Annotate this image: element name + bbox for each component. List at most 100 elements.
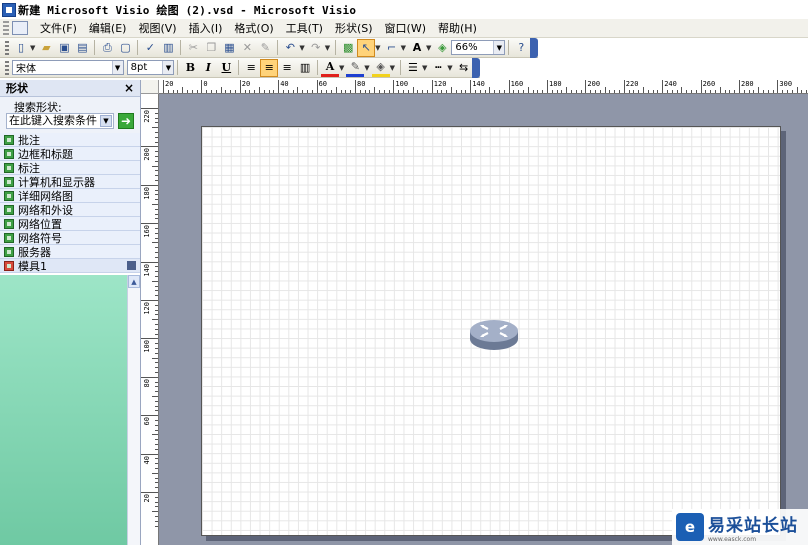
- line-weight-dropdown-icon[interactable]: ▼: [422, 64, 427, 72]
- line-pattern-icon[interactable]: ┅: [429, 59, 447, 77]
- delete-icon[interactable]: ✕: [238, 39, 256, 57]
- line-pattern-dropdown-icon[interactable]: ▼: [447, 64, 452, 72]
- ruler-minor-tick: [155, 333, 158, 335]
- line-ends-icon[interactable]: ⇆: [455, 59, 473, 77]
- visio-app-icon[interactable]: [2, 2, 16, 17]
- toolbar-grip-icon[interactable]: [5, 60, 9, 75]
- menu-help[interactable]: 帮助(H): [432, 20, 483, 37]
- justify-icon[interactable]: ▥: [296, 59, 314, 77]
- toolbar-options-icon[interactable]: [530, 38, 538, 58]
- font-name-combo[interactable]: 宋体 ▼: [11, 60, 124, 75]
- menu-view[interactable]: 视图(V): [132, 20, 182, 37]
- format-painter-icon[interactable]: ✎: [256, 39, 274, 57]
- ruler-minor-tick: [155, 324, 158, 325]
- research-icon[interactable]: ▥: [159, 39, 177, 57]
- menu-edit[interactable]: 编辑(E): [83, 20, 133, 37]
- document-icon[interactable]: [12, 21, 28, 35]
- menu-file[interactable]: 文件(F): [34, 20, 83, 37]
- ruler-minor-tick: [561, 90, 563, 93]
- drawing-page[interactable]: [201, 126, 781, 536]
- menu-format[interactable]: 格式(O): [228, 20, 279, 37]
- font-size-combo[interactable]: 8pt ▼: [126, 60, 175, 75]
- shapes-pane-header: 形状 ×: [0, 80, 140, 97]
- redo-icon[interactable]: ↷: [307, 39, 325, 57]
- fill-color-icon[interactable]: ◈: [371, 59, 390, 77]
- help-icon[interactable]: ?: [512, 39, 530, 57]
- stamp-tool-icon[interactable]: ◈: [433, 39, 451, 57]
- cut-icon[interactable]: ✂: [184, 39, 202, 57]
- pointer-tool-icon[interactable]: ↖: [357, 38, 376, 57]
- ruler-minor-tick: [657, 90, 659, 93]
- drawing-canvas[interactable]: [159, 94, 808, 545]
- menu-grip-icon[interactable]: [3, 21, 9, 35]
- menu-insert[interactable]: 插入(I): [183, 20, 229, 37]
- print-preview-icon[interactable]: ▢: [116, 39, 134, 57]
- close-icon[interactable]: ×: [124, 81, 134, 95]
- copy-icon[interactable]: ❐: [202, 39, 220, 57]
- toolbar-grip-icon[interactable]: [5, 40, 9, 55]
- line-color-dropdown-icon[interactable]: ▼: [364, 64, 369, 72]
- save-icon[interactable]: ▣: [55, 39, 73, 57]
- menu-shapes[interactable]: 形状(S): [329, 20, 379, 37]
- active-stencil-label: 模具1: [18, 259, 47, 273]
- active-stencil-item[interactable]: 模具1: [0, 259, 140, 273]
- font-name-dropdown-icon[interactable]: ▼: [111, 61, 123, 74]
- menu-tools[interactable]: 工具(T): [280, 20, 329, 37]
- pointer-dropdown-icon[interactable]: ▼: [375, 44, 380, 52]
- print-icon[interactable]: ⎙: [98, 39, 116, 57]
- ruler-minor-tick: [475, 90, 476, 93]
- ruler-label: 180: [143, 186, 151, 200]
- ruler-minor-tick: [772, 90, 774, 93]
- ruler-minor-tick: [422, 90, 424, 93]
- zoom-dropdown-icon[interactable]: ▼: [493, 41, 505, 54]
- redo-dropdown-icon[interactable]: ▼: [325, 44, 330, 52]
- ruler-minor-tick: [155, 348, 158, 349]
- font-color-dropdown-icon[interactable]: ▼: [339, 64, 344, 72]
- connector-dropdown-icon[interactable]: ▼: [401, 44, 406, 52]
- new-dropdown-icon[interactable]: ▼: [30, 44, 35, 52]
- search-go-button[interactable]: ➜: [118, 113, 134, 129]
- stencil-scrollbar[interactable]: ▲: [127, 275, 140, 545]
- connector-tool-icon[interactable]: ⌐: [383, 39, 401, 57]
- search-dropdown-icon[interactable]: ▼: [100, 115, 112, 127]
- toolbar-options-icon[interactable]: [472, 58, 480, 78]
- line-weight-icon[interactable]: ☰: [404, 59, 422, 77]
- ruler-minor-tick: [340, 90, 342, 93]
- open-folder-icon[interactable]: ▰: [37, 39, 55, 57]
- spelling-icon[interactable]: ✓: [141, 39, 159, 57]
- scroll-up-icon[interactable]: ▲: [128, 275, 140, 288]
- ruler-minor-tick: [503, 90, 505, 93]
- underline-button[interactable]: U: [217, 59, 235, 77]
- shapes-window-icon[interactable]: ▩: [339, 39, 357, 57]
- search-input[interactable]: 在此键入搜索条件 ▼: [6, 113, 114, 129]
- align-left-icon[interactable]: ≡: [242, 59, 260, 77]
- horizontal-ruler[interactable]: 20 0 20 40 60 80 100 120 140 160 180 200 220 240 260 28…: [159, 80, 808, 94]
- ruler-tick: [141, 261, 158, 263]
- new-document-icon[interactable]: ▯: [12, 39, 30, 57]
- ruler-minor-tick: [155, 151, 158, 153]
- text-dropdown-icon[interactable]: ▼: [426, 44, 431, 52]
- router-shape-icon[interactable]: [468, 317, 520, 353]
- ruler-minor-tick: [283, 90, 284, 93]
- undo-dropdown-icon[interactable]: ▼: [299, 44, 304, 52]
- font-size-dropdown-icon[interactable]: ▼: [162, 61, 174, 74]
- zoom-combo[interactable]: 66% ▼: [451, 40, 506, 55]
- font-color-button[interactable]: A: [321, 59, 339, 77]
- ruler-corner[interactable]: [141, 80, 159, 94]
- bold-button[interactable]: B: [181, 59, 199, 77]
- ruler-label: 280: [741, 80, 754, 88]
- menu-window[interactable]: 窗口(W): [379, 20, 432, 37]
- fill-color-dropdown-icon[interactable]: ▼: [390, 64, 395, 72]
- line-color-icon[interactable]: ✎: [346, 59, 365, 77]
- paste-icon[interactable]: ▦: [220, 39, 238, 57]
- ruler-minor-tick: [374, 87, 376, 93]
- text-tool-icon[interactable]: A: [408, 39, 426, 57]
- vertical-ruler[interactable]: 220 200 180 160 140 120 100 80 60 40 20: [141, 94, 159, 545]
- align-center-icon[interactable]: ≡: [260, 58, 279, 77]
- permission-icon[interactable]: ▤: [73, 39, 91, 57]
- align-right-icon[interactable]: ≡: [278, 59, 296, 77]
- save-stencil-icon[interactable]: [127, 261, 136, 270]
- undo-icon[interactable]: ↶: [281, 39, 299, 57]
- italic-button[interactable]: I: [199, 59, 217, 77]
- ruler-minor-tick: [155, 180, 158, 181]
